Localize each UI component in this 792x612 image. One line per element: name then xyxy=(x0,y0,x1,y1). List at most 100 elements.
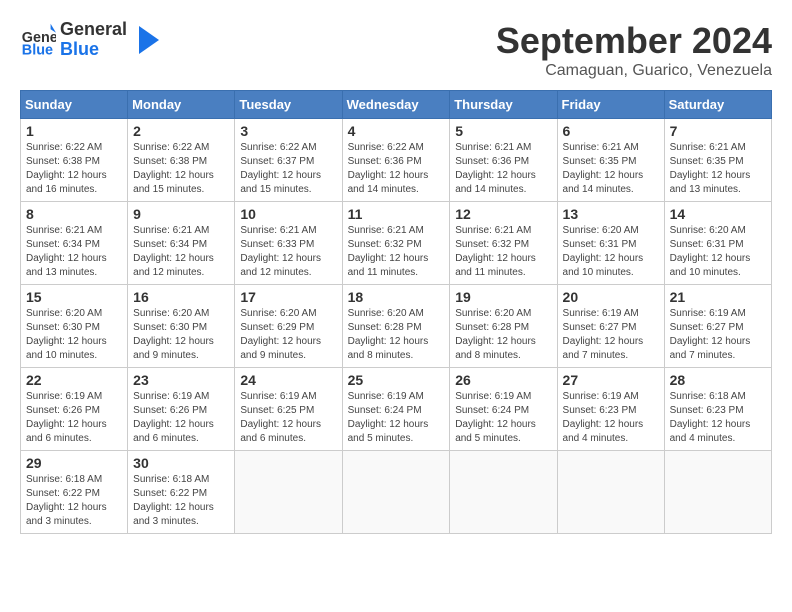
day-number: 3 xyxy=(240,123,336,139)
day-number: 23 xyxy=(133,372,229,388)
logo: General Blue General Blue xyxy=(20,20,159,60)
day-number: 18 xyxy=(348,289,445,305)
day-number: 4 xyxy=(348,123,445,139)
day-number: 20 xyxy=(563,289,659,305)
calendar-day-cell: 29 Sunrise: 6:18 AM Sunset: 6:22 PM Dayl… xyxy=(21,451,128,534)
calendar-day-cell: 21 Sunrise: 6:19 AM Sunset: 6:27 PM Dayl… xyxy=(664,285,771,368)
calendar-day-cell: 4 Sunrise: 6:22 AM Sunset: 6:36 PM Dayli… xyxy=(342,119,450,202)
day-info: Sunrise: 6:19 AM Sunset: 6:27 PM Dayligh… xyxy=(563,307,659,363)
calendar-table: Sunday Monday Tuesday Wednesday Thursday… xyxy=(20,90,772,534)
day-number: 8 xyxy=(26,206,122,222)
header-thursday: Thursday xyxy=(450,91,557,119)
month-title: September 2024 xyxy=(496,20,772,62)
calendar-day-cell xyxy=(342,451,450,534)
day-info: Sunrise: 6:20 AM Sunset: 6:31 PM Dayligh… xyxy=(670,224,766,280)
day-info: Sunrise: 6:21 AM Sunset: 6:34 PM Dayligh… xyxy=(133,224,229,280)
calendar-day-cell: 16 Sunrise: 6:20 AM Sunset: 6:30 PM Dayl… xyxy=(128,285,235,368)
day-number: 11 xyxy=(348,206,445,222)
day-number: 10 xyxy=(240,206,336,222)
day-info: Sunrise: 6:20 AM Sunset: 6:29 PM Dayligh… xyxy=(240,307,336,363)
day-info: Sunrise: 6:21 AM Sunset: 6:36 PM Dayligh… xyxy=(455,141,551,197)
day-number: 27 xyxy=(563,372,659,388)
calendar-week-row: 1 Sunrise: 6:22 AM Sunset: 6:38 PM Dayli… xyxy=(21,119,772,202)
calendar-day-cell: 25 Sunrise: 6:19 AM Sunset: 6:24 PM Dayl… xyxy=(342,368,450,451)
day-info: Sunrise: 6:19 AM Sunset: 6:23 PM Dayligh… xyxy=(563,390,659,446)
calendar-day-cell: 27 Sunrise: 6:19 AM Sunset: 6:23 PM Dayl… xyxy=(557,368,664,451)
calendar-day-cell: 30 Sunrise: 6:18 AM Sunset: 6:22 PM Dayl… xyxy=(128,451,235,534)
calendar-day-cell: 5 Sunrise: 6:21 AM Sunset: 6:36 PM Dayli… xyxy=(450,119,557,202)
calendar-day-cell: 3 Sunrise: 6:22 AM Sunset: 6:37 PM Dayli… xyxy=(235,119,342,202)
weekday-header-row: Sunday Monday Tuesday Wednesday Thursday… xyxy=(21,91,772,119)
day-info: Sunrise: 6:21 AM Sunset: 6:33 PM Dayligh… xyxy=(240,224,336,280)
header-monday: Monday xyxy=(128,91,235,119)
day-number: 14 xyxy=(670,206,766,222)
day-info: Sunrise: 6:18 AM Sunset: 6:22 PM Dayligh… xyxy=(133,473,229,529)
calendar-day-cell: 13 Sunrise: 6:20 AM Sunset: 6:31 PM Dayl… xyxy=(557,202,664,285)
day-info: Sunrise: 6:21 AM Sunset: 6:35 PM Dayligh… xyxy=(563,141,659,197)
calendar-day-cell: 2 Sunrise: 6:22 AM Sunset: 6:38 PM Dayli… xyxy=(128,119,235,202)
calendar-day-cell: 7 Sunrise: 6:21 AM Sunset: 6:35 PM Dayli… xyxy=(664,119,771,202)
calendar-day-cell: 20 Sunrise: 6:19 AM Sunset: 6:27 PM Dayl… xyxy=(557,285,664,368)
logo-arrow-icon xyxy=(131,26,159,54)
calendar-day-cell: 26 Sunrise: 6:19 AM Sunset: 6:24 PM Dayl… xyxy=(450,368,557,451)
title-section: September 2024 Camaguan, Guarico, Venezu… xyxy=(496,20,772,80)
day-info: Sunrise: 6:19 AM Sunset: 6:24 PM Dayligh… xyxy=(348,390,445,446)
header-saturday: Saturday xyxy=(664,91,771,119)
day-info: Sunrise: 6:21 AM Sunset: 6:32 PM Dayligh… xyxy=(455,224,551,280)
day-number: 26 xyxy=(455,372,551,388)
calendar-day-cell: 18 Sunrise: 6:20 AM Sunset: 6:28 PM Dayl… xyxy=(342,285,450,368)
day-info: Sunrise: 6:20 AM Sunset: 6:28 PM Dayligh… xyxy=(455,307,551,363)
calendar-day-cell: 1 Sunrise: 6:22 AM Sunset: 6:38 PM Dayli… xyxy=(21,119,128,202)
day-info: Sunrise: 6:19 AM Sunset: 6:26 PM Dayligh… xyxy=(26,390,122,446)
day-info: Sunrise: 6:21 AM Sunset: 6:32 PM Dayligh… xyxy=(348,224,445,280)
day-number: 19 xyxy=(455,289,551,305)
header-tuesday: Tuesday xyxy=(235,91,342,119)
day-number: 9 xyxy=(133,206,229,222)
day-number: 25 xyxy=(348,372,445,388)
calendar-week-row: 8 Sunrise: 6:21 AM Sunset: 6:34 PM Dayli… xyxy=(21,202,772,285)
day-number: 6 xyxy=(563,123,659,139)
day-number: 24 xyxy=(240,372,336,388)
calendar-day-cell: 22 Sunrise: 6:19 AM Sunset: 6:26 PM Dayl… xyxy=(21,368,128,451)
day-info: Sunrise: 6:19 AM Sunset: 6:27 PM Dayligh… xyxy=(670,307,766,363)
calendar-day-cell: 17 Sunrise: 6:20 AM Sunset: 6:29 PM Dayl… xyxy=(235,285,342,368)
calendar-day-cell: 19 Sunrise: 6:20 AM Sunset: 6:28 PM Dayl… xyxy=(450,285,557,368)
calendar-week-row: 15 Sunrise: 6:20 AM Sunset: 6:30 PM Dayl… xyxy=(21,285,772,368)
logo-blue: Blue xyxy=(60,40,127,60)
calendar-day-cell: 28 Sunrise: 6:18 AM Sunset: 6:23 PM Dayl… xyxy=(664,368,771,451)
calendar-week-row: 22 Sunrise: 6:19 AM Sunset: 6:26 PM Dayl… xyxy=(21,368,772,451)
day-number: 30 xyxy=(133,455,229,471)
day-info: Sunrise: 6:22 AM Sunset: 6:36 PM Dayligh… xyxy=(348,141,445,197)
calendar-day-cell: 12 Sunrise: 6:21 AM Sunset: 6:32 PM Dayl… xyxy=(450,202,557,285)
header-sunday: Sunday xyxy=(21,91,128,119)
logo-general: General xyxy=(60,20,127,40)
calendar-day-cell xyxy=(235,451,342,534)
day-number: 29 xyxy=(26,455,122,471)
day-info: Sunrise: 6:22 AM Sunset: 6:38 PM Dayligh… xyxy=(26,141,122,197)
calendar-day-cell: 10 Sunrise: 6:21 AM Sunset: 6:33 PM Dayl… xyxy=(235,202,342,285)
day-info: Sunrise: 6:21 AM Sunset: 6:35 PM Dayligh… xyxy=(670,141,766,197)
day-number: 22 xyxy=(26,372,122,388)
day-info: Sunrise: 6:18 AM Sunset: 6:22 PM Dayligh… xyxy=(26,473,122,529)
day-info: Sunrise: 6:19 AM Sunset: 6:24 PM Dayligh… xyxy=(455,390,551,446)
calendar-day-cell: 11 Sunrise: 6:21 AM Sunset: 6:32 PM Dayl… xyxy=(342,202,450,285)
calendar-day-cell xyxy=(450,451,557,534)
day-number: 2 xyxy=(133,123,229,139)
day-info: Sunrise: 6:20 AM Sunset: 6:28 PM Dayligh… xyxy=(348,307,445,363)
calendar-week-row: 29 Sunrise: 6:18 AM Sunset: 6:22 PM Dayl… xyxy=(21,451,772,534)
header-wednesday: Wednesday xyxy=(342,91,450,119)
calendar-day-cell: 24 Sunrise: 6:19 AM Sunset: 6:25 PM Dayl… xyxy=(235,368,342,451)
day-number: 12 xyxy=(455,206,551,222)
calendar-day-cell: 15 Sunrise: 6:20 AM Sunset: 6:30 PM Dayl… xyxy=(21,285,128,368)
day-number: 5 xyxy=(455,123,551,139)
day-info: Sunrise: 6:18 AM Sunset: 6:23 PM Dayligh… xyxy=(670,390,766,446)
day-info: Sunrise: 6:20 AM Sunset: 6:30 PM Dayligh… xyxy=(133,307,229,363)
day-number: 7 xyxy=(670,123,766,139)
header-friday: Friday xyxy=(557,91,664,119)
day-info: Sunrise: 6:19 AM Sunset: 6:26 PM Dayligh… xyxy=(133,390,229,446)
calendar-day-cell: 14 Sunrise: 6:20 AM Sunset: 6:31 PM Dayl… xyxy=(664,202,771,285)
logo-icon: General Blue xyxy=(20,22,56,58)
day-info: Sunrise: 6:20 AM Sunset: 6:30 PM Dayligh… xyxy=(26,307,122,363)
day-number: 16 xyxy=(133,289,229,305)
day-number: 21 xyxy=(670,289,766,305)
